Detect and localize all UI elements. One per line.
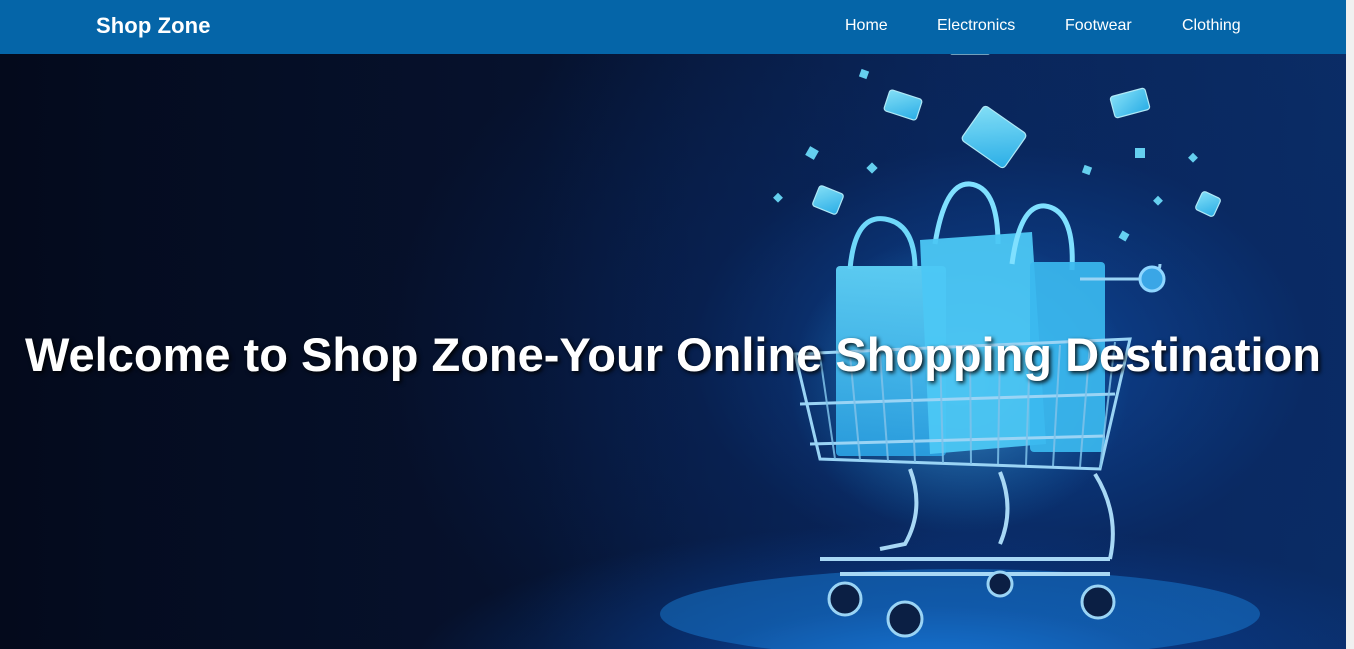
floating-credit-cards [812,54,1221,217]
nav-link-footwear[interactable]: Footwear [1065,17,1132,35]
nav-link-clothing[interactable]: Clothing [1182,17,1241,35]
hero-banner: Welcome to Shop Zone-Your Online Shoppin… [0,54,1346,649]
hero-title: Welcome to Shop Zone-Your Online Shoppin… [25,328,1321,382]
nav-links: Home Electronics Footwear Clothing [0,17,1346,37]
nav-link-electronics[interactable]: Electronics [937,17,1015,35]
top-navbar: Shop Zone Home Electronics Footwear Clot… [0,0,1346,54]
page-scrollbar[interactable] [1346,0,1354,649]
nav-link-home[interactable]: Home [845,17,888,35]
